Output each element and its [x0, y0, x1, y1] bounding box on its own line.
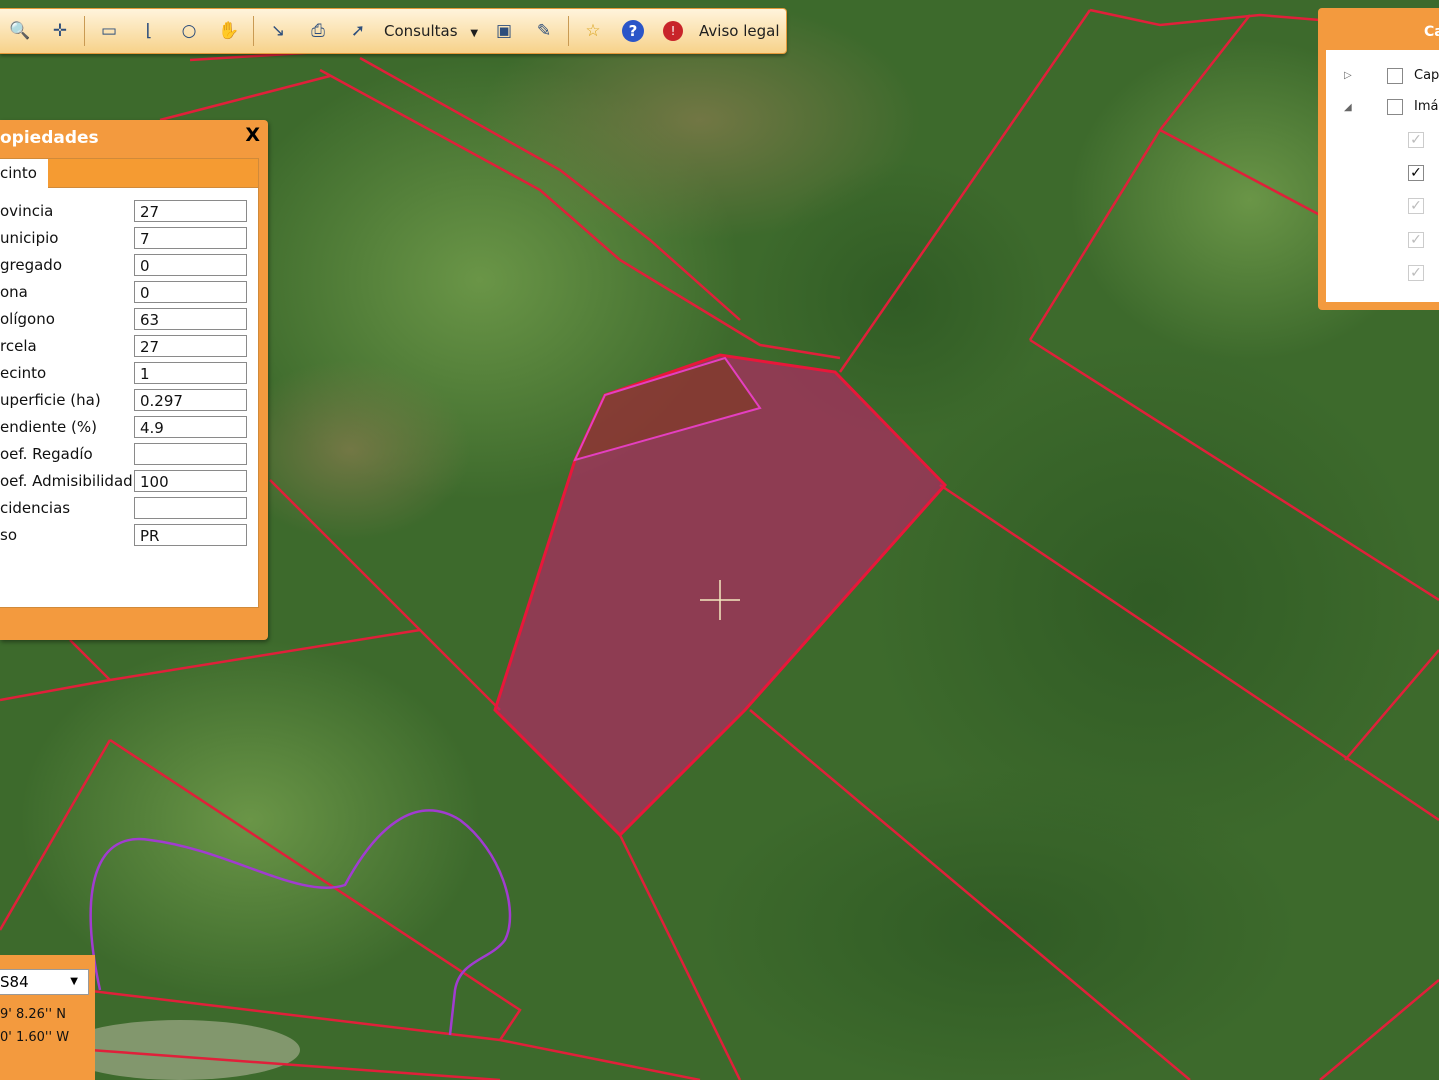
- property-label: ona: [0, 283, 28, 301]
- coordinate-system-select[interactable]: S84 ▼: [0, 969, 89, 995]
- layer-label-imagen: Imá: [1414, 99, 1439, 114]
- circle-icon[interactable]: ○: [174, 16, 204, 46]
- coordinates-panel: S84 ▼ 9' 8.26'' N 0' 1.60'' W: [0, 955, 95, 1080]
- property-label: uperficie (ha): [0, 391, 101, 409]
- property-label: so: [0, 526, 17, 544]
- zoom-icon[interactable]: 🔍: [5, 16, 35, 46]
- layers-panel: Ca ▷ Capa ◢ Imá ✓ ✓ ✓ ✓ ✓: [1318, 8, 1439, 310]
- toolbar-separator: [568, 16, 570, 46]
- property-value-field[interactable]: 63: [134, 308, 247, 330]
- property-value-field[interactable]: [134, 443, 247, 465]
- measure-distance-icon[interactable]: ▭: [94, 16, 124, 46]
- property-row: olígono 63: [0, 308, 258, 333]
- property-row: ecinto 1: [0, 362, 258, 387]
- property-label: ovincia: [0, 202, 54, 220]
- toolbar-separator: [253, 16, 254, 46]
- latitude-readout: 9' 8.26'' N: [0, 1007, 66, 1022]
- favorite-icon[interactable]: ☆: [578, 16, 608, 46]
- sublayer-checkbox[interactable]: ✓: [1408, 232, 1424, 248]
- map-toolbar: 🔍 ✛ ▭ ⌊ ○ ✋ ↘ ⎙ ➚ Consultas ▼ ▣ ✎ ☆ ? ! …: [0, 8, 787, 54]
- close-icon[interactable]: X: [245, 124, 260, 146]
- property-value-field[interactable]: 7: [134, 227, 247, 249]
- expand-icon[interactable]: ▷: [1344, 70, 1352, 81]
- layer-checkbox-imagen[interactable]: [1387, 99, 1403, 115]
- consultas-label: Consultas: [384, 22, 458, 40]
- property-label: ecinto: [0, 364, 47, 382]
- property-row: unicipio 7: [0, 227, 258, 252]
- property-label: endiente (%): [0, 418, 97, 436]
- sublayer-checkbox[interactable]: ✓: [1408, 198, 1424, 214]
- property-label: unicipio: [0, 229, 59, 247]
- edit-icon[interactable]: ✎: [529, 16, 559, 46]
- sublayer-checkbox[interactable]: ✓: [1408, 265, 1424, 281]
- properties-title: opiedades: [0, 128, 99, 148]
- property-row: cidencias: [0, 497, 258, 522]
- layer-label-capa: Capa: [1414, 68, 1439, 83]
- pan-crosshair-icon[interactable]: ✛: [45, 16, 75, 46]
- help-icon[interactable]: ?: [618, 16, 648, 46]
- properties-tabbar: cinto: [0, 159, 258, 188]
- tab-recinto[interactable]: cinto: [0, 159, 48, 188]
- legal-icon[interactable]: !: [658, 16, 688, 46]
- property-row: ona 0: [0, 281, 258, 306]
- property-value-field[interactable]: 0.297: [134, 389, 247, 411]
- identify-icon[interactable]: ➚: [343, 16, 373, 46]
- property-row: endiente (%) 4.9: [0, 416, 258, 441]
- property-value-field[interactable]: 27: [134, 200, 247, 222]
- layers-title: Ca: [1424, 24, 1439, 40]
- property-label: gregado: [0, 256, 62, 274]
- property-label: olígono: [0, 310, 55, 328]
- property-row: oef. Regadío: [0, 443, 258, 468]
- measure-area-icon[interactable]: ⌊: [134, 16, 164, 46]
- book-icon[interactable]: ▣: [489, 16, 519, 46]
- property-value-field[interactable]: 100: [134, 470, 247, 492]
- property-value-field[interactable]: [134, 497, 247, 519]
- property-label: oef. Regadío: [0, 445, 93, 463]
- property-value-field[interactable]: 4.9: [134, 416, 247, 438]
- property-row: gregado 0: [0, 254, 258, 279]
- consultas-dropdown[interactable]: Consultas ▼: [378, 22, 484, 40]
- layers-body: ▷ Capa ◢ Imá ✓ ✓ ✓ ✓ ✓: [1326, 50, 1439, 302]
- layer-checkbox-capa[interactable]: [1387, 68, 1403, 84]
- property-row: rcela 27: [0, 335, 258, 360]
- property-row: uperficie (ha) 0.297: [0, 389, 258, 414]
- property-value-field[interactable]: 0: [134, 254, 247, 276]
- property-row: oef. Admisibilidad 100: [0, 470, 258, 495]
- sublayer-checkbox[interactable]: ✓: [1408, 132, 1424, 148]
- property-label: oef. Admisibilidad: [0, 472, 133, 490]
- property-value-field[interactable]: 27: [134, 335, 247, 357]
- chevron-down-icon: ▼: [70, 976, 78, 987]
- property-value-field[interactable]: 0: [134, 281, 247, 303]
- property-label: rcela: [0, 337, 37, 355]
- property-value-field[interactable]: 1: [134, 362, 247, 384]
- longitude-readout: 0' 1.60'' W: [0, 1030, 70, 1045]
- property-label: cidencias: [0, 499, 71, 517]
- chevron-down-icon: ▼: [470, 28, 479, 39]
- property-row: ovincia 27: [0, 200, 258, 225]
- properties-body: cinto ovincia 27 unicipio 7 gregado 0 ona 0 olíg…: [0, 158, 259, 608]
- collapse-icon[interactable]: ◢: [1344, 102, 1352, 113]
- sublayer-checkbox[interactable]: ✓: [1408, 165, 1424, 181]
- properties-panel: opiedades X cinto ovincia 27 unicipio 7 greg…: [0, 120, 268, 640]
- xy-coordinates-icon[interactable]: ↘: [263, 16, 293, 46]
- hand-icon[interactable]: ✋: [214, 16, 244, 46]
- aviso-legal-link[interactable]: Aviso legal: [693, 22, 785, 40]
- print-icon[interactable]: ⎙: [303, 16, 333, 46]
- property-value-field[interactable]: PR: [134, 524, 247, 546]
- property-row: so PR: [0, 524, 258, 549]
- coordinate-system-value: S84: [0, 973, 29, 991]
- toolbar-separator: [84, 16, 85, 46]
